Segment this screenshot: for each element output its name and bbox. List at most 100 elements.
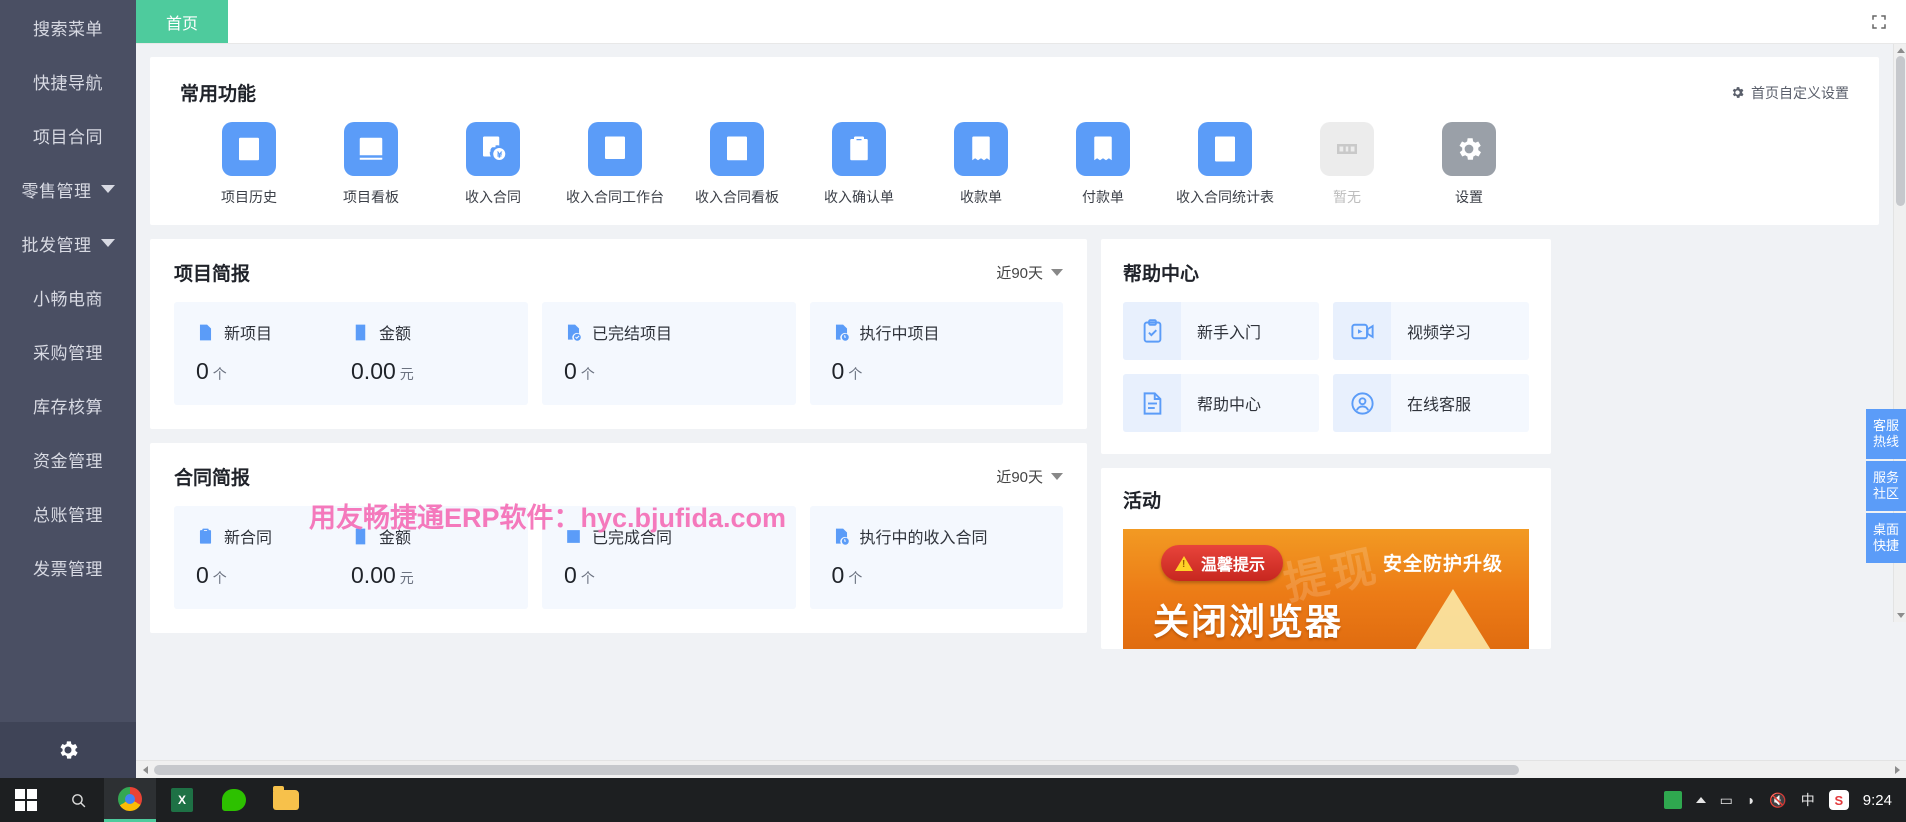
search-icon: [71, 793, 85, 807]
scroll-right-button[interactable]: [1888, 761, 1906, 778]
vertical-scroll-thumb[interactable]: [1896, 56, 1905, 206]
quick-item-income-contract[interactable]: 收入合同: [432, 122, 554, 207]
sidebar-item-ecommerce[interactable]: 小畅电商: [0, 270, 136, 324]
float-item-desktop-shortcut[interactable]: 桌面 快捷: [1866, 513, 1906, 563]
taskbar-app-folder[interactable]: [260, 778, 312, 822]
float-item-line2: 快捷: [1872, 538, 1899, 553]
sidebar-item-project-contract[interactable]: 项目合同: [0, 108, 136, 162]
clipboard-check-icon: [850, 136, 868, 161]
project-brief-range-select[interactable]: 近90天: [996, 262, 1063, 283]
contract-brief-range-select[interactable]: 近90天: [996, 466, 1063, 487]
float-item-line1: 客服: [1872, 418, 1899, 433]
stat-value: 0.00 元: [351, 562, 506, 589]
sidebar-item-wholesale-management[interactable]: 批发管理: [0, 216, 136, 270]
tab-home[interactable]: 首页: [136, 0, 228, 43]
sidebar: 搜索菜单 快捷导航 项目合同 零售管理 批发管理 小畅电商 采购管理 库存核算 …: [0, 0, 136, 778]
volume-icon[interactable]: 🔇: [1769, 792, 1786, 809]
contract-brief-card: 合同简报 近90天 新合同 0 个 金额 0.00 元 已完成合同 0 个 执行…: [150, 443, 1087, 633]
quick-item-tile: [1198, 122, 1252, 176]
help-item-online-service[interactable]: 在线客服: [1333, 374, 1529, 432]
sidebar-item-label: 搜索菜单: [33, 19, 103, 39]
activity-banner[interactable]: 提现 温馨提示 安全防护升级 关闭浏览器: [1123, 529, 1529, 649]
banner-right-text: 安全防护升级: [1382, 554, 1503, 575]
yuan-note-icon: [355, 324, 366, 340]
chevron-down-icon: [100, 185, 115, 193]
stat-header: 新合同: [196, 524, 351, 548]
quick-item-label: 项目历史: [221, 189, 277, 205]
monitor-icon[interactable]: ▭: [1720, 792, 1733, 809]
sidebar-item-inventory-accounting[interactable]: 库存核算: [0, 378, 136, 432]
scroll-down-button[interactable]: [1894, 609, 1906, 622]
tab-label: 首页: [165, 15, 198, 33]
stat-card-completed-project: 已完结项目 0个: [542, 302, 796, 405]
quick-item-income-contract-workbench[interactable]: 收入合同工作台: [554, 122, 676, 207]
clipboard-icon: [199, 528, 212, 544]
fullscreen-button[interactable]: [1852, 0, 1906, 43]
tray-app-icon[interactable]: [1663, 791, 1682, 809]
taskbar-clock[interactable]: 9:24: [1863, 793, 1892, 808]
chrome-icon: [118, 786, 142, 811]
float-toolbar: 客服 热线 服务 社区 桌面 快捷: [1866, 409, 1906, 565]
sidebar-item-purchase-management[interactable]: 采购管理: [0, 324, 136, 378]
start-button[interactable]: [0, 778, 52, 822]
dashboard: 常用功能 首页自定义设置 项目历史 项目看板 收入合同 收入合同工作台 收入合同…: [136, 44, 1893, 649]
quick-item-income-contract-board[interactable]: 收入合同看板: [676, 122, 798, 207]
quick-item-label: 收入确认单: [824, 189, 894, 205]
help-item-icon-wrap: [1333, 302, 1391, 360]
quick-item-payment[interactable]: 付款单: [1042, 122, 1164, 207]
stat-number: 0: [831, 358, 845, 384]
ime-chinese-icon[interactable]: 中: [1801, 790, 1815, 810]
sidebar-item-label: 小畅电商: [33, 289, 103, 309]
float-item-line2: 热线: [1872, 434, 1899, 449]
customize-home-button[interactable]: 首页自定义设置: [1730, 83, 1849, 103]
sidebar-item-search-menu[interactable]: 搜索菜单: [0, 0, 136, 54]
stat-header: 新项目: [196, 320, 351, 344]
dashboard-columns: 项目简报 近90天 新项目 0 个 金额 0.00 元 已完结项目 0 个 执行…: [150, 239, 1879, 649]
sidebar-item-ledger-management[interactable]: 总账管理: [0, 486, 136, 540]
quick-item-receipt[interactable]: 收款单: [920, 122, 1042, 207]
quick-item-tile: [710, 122, 764, 176]
float-item-customer-hotline[interactable]: 客服 热线: [1866, 409, 1906, 459]
sogou-icon[interactable]: S: [1828, 790, 1849, 810]
taskbar-search-button[interactable]: [52, 778, 104, 822]
right-column: 帮助中心 新手入门 视频学习 帮助中心 在线客服 活动 提现 ! 温馨提示 安全…: [1101, 239, 1551, 649]
help-item-video-learning[interactable]: 视频学习: [1333, 302, 1529, 360]
help-item-icon-wrap: [1123, 302, 1181, 360]
network-icon[interactable]: ◗: [1747, 792, 1755, 808]
sidebar-item-quick-nav[interactable]: 快捷导航: [0, 54, 136, 108]
sidebar-item-invoice-management[interactable]: 发票管理: [0, 540, 136, 594]
quick-item-income-contract-stats[interactable]: 收入合同统计表: [1164, 122, 1286, 207]
help-item-help-center[interactable]: 帮助中心: [1123, 374, 1319, 432]
scroll-left-button[interactable]: [136, 761, 154, 778]
chevron-up-icon[interactable]: [1695, 797, 1706, 803]
gear-icon: [1459, 138, 1481, 160]
taskbar-app-chrome[interactable]: [104, 778, 156, 822]
sidebar-item-label: 批发管理: [21, 235, 92, 255]
warning-icon: [1175, 555, 1193, 571]
quick-item-label: 收入合同看板: [695, 189, 779, 205]
quick-item-tile: [222, 122, 276, 176]
taskbar-app-wechat[interactable]: [208, 778, 260, 822]
checklist-doc-icon: [605, 136, 625, 159]
quick-item-project-board[interactable]: 项目看板: [310, 122, 432, 207]
help-center-grid: 新手入门 视频学习 帮助中心 在线客服: [1123, 302, 1529, 432]
windows-taskbar: X ▭ ◗ 🔇 中 S 9:24: [0, 778, 1906, 822]
quick-item-label: 项目看板: [343, 189, 399, 205]
taskbar-app-excel[interactable]: X: [156, 778, 208, 822]
sidebar-settings-button[interactable]: [0, 722, 136, 778]
quick-item-income-confirmation[interactable]: 收入确认单: [798, 122, 920, 207]
horizontal-scrollbar[interactable]: [136, 760, 1906, 778]
help-item-getting-started[interactable]: 新手入门: [1123, 302, 1319, 360]
stat-card-new-contract: 新合同 0个: [196, 524, 351, 589]
banner-badge: 温馨提示: [1161, 545, 1284, 581]
sidebar-menu: 搜索菜单 快捷导航 项目合同 零售管理 批发管理 小畅电商 采购管理 库存核算 …: [0, 0, 136, 722]
sidebar-item-fund-management[interactable]: 资金管理: [0, 432, 136, 486]
stat-value: 0个: [196, 358, 351, 385]
sidebar-item-retail-management[interactable]: 零售管理: [0, 162, 136, 216]
quick-item-tile: [1076, 122, 1130, 176]
video-play-icon: [1350, 323, 1374, 339]
quick-item-settings[interactable]: 设置: [1408, 122, 1530, 207]
quick-item-project-history[interactable]: 项目历史: [188, 122, 310, 207]
float-item-service-community[interactable]: 服务 社区: [1866, 461, 1906, 511]
horizontal-scroll-thumb[interactable]: [154, 765, 1519, 775]
